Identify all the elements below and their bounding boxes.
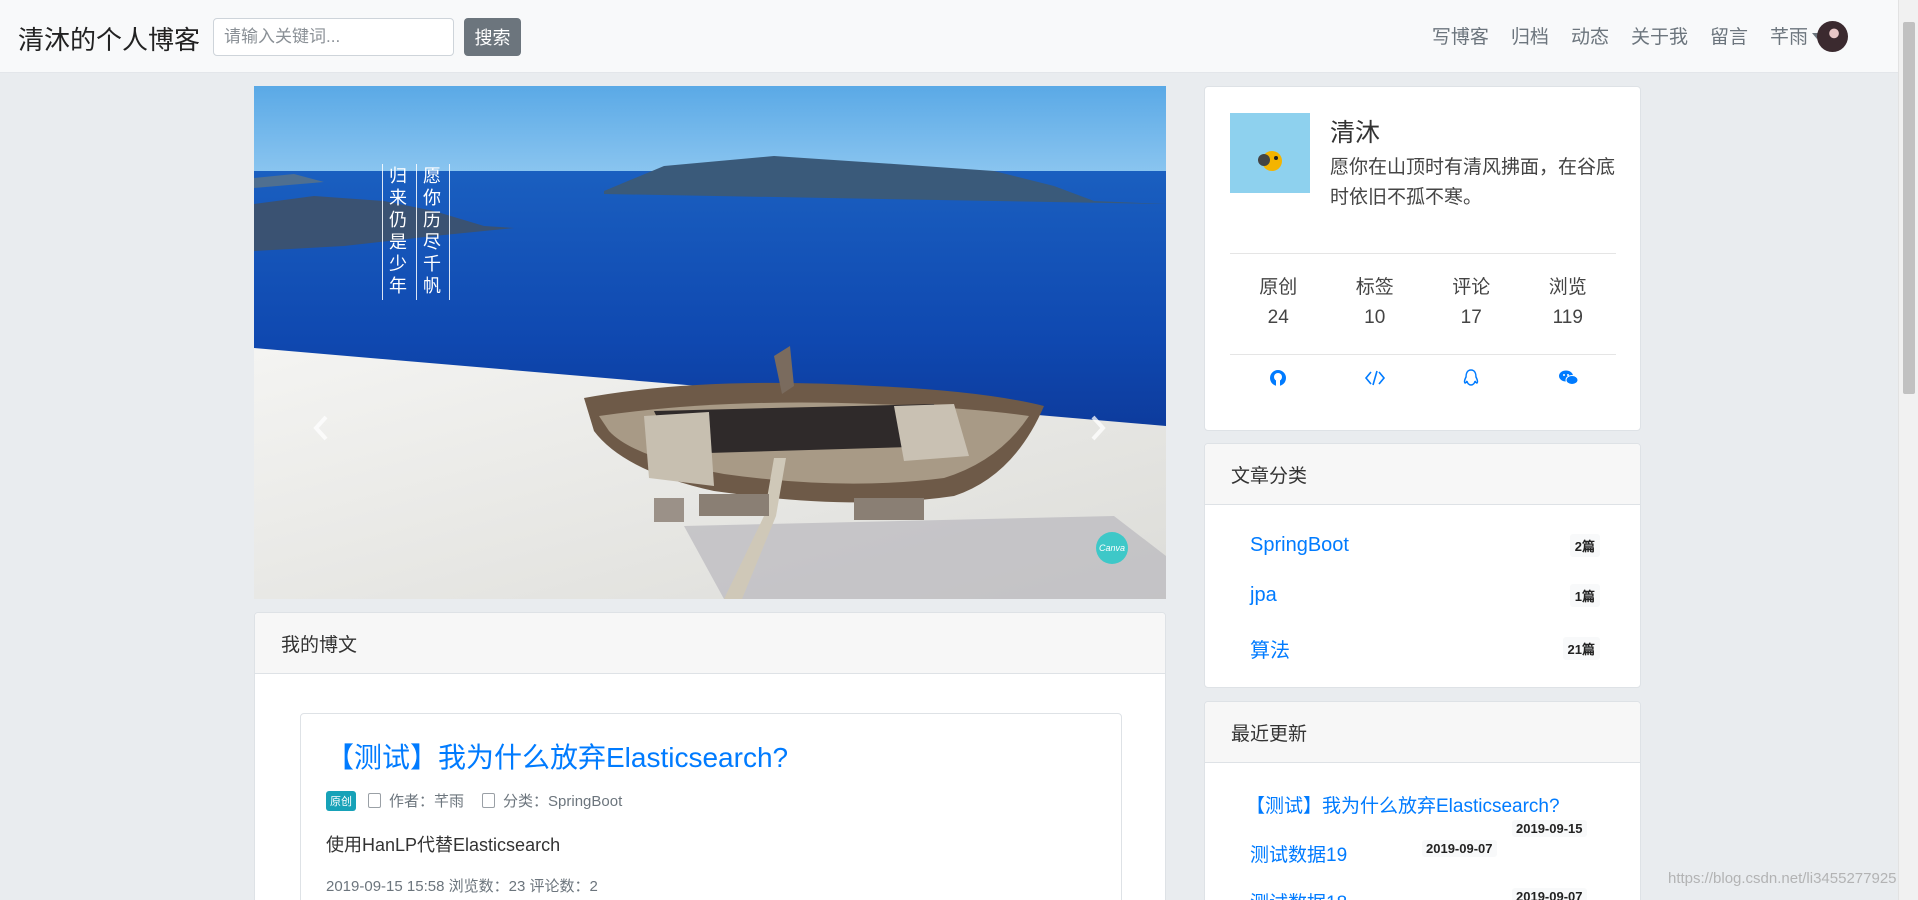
stat-views: 浏览 119: [1520, 273, 1617, 333]
post-card: 【测试】我为什么放弃Elasticsearch? 原创 作者：芊雨 分类：Spr…: [300, 713, 1122, 900]
stat-label: 评论: [1452, 277, 1491, 298]
code-icon[interactable]: [1327, 368, 1424, 393]
watermark: https://blog.csdn.net/li3455277925: [1668, 870, 1897, 887]
count-badge: 1篇: [1569, 584, 1600, 607]
stat-value: 119: [1552, 307, 1583, 328]
nav-link-messages[interactable]: 留言: [1710, 22, 1748, 49]
post-title[interactable]: 【测试】我为什么放弃Elasticsearch?: [326, 736, 1096, 776]
articles-header: 我的博文: [255, 613, 1165, 674]
poem-char: 愿: [423, 166, 441, 187]
recent-item-date: 2019-09-15: [1512, 820, 1587, 837]
recent-header: 最近更新: [1205, 702, 1640, 763]
chevron-left-icon[interactable]: [309, 413, 333, 443]
profile-avatar: [1230, 113, 1310, 193]
poem-line-right: 愿 你 历 尽 千 帆: [423, 166, 441, 298]
scrollbar-thumb[interactable]: [1903, 22, 1915, 394]
poem-char: 少: [389, 254, 407, 275]
avatar[interactable]: [1817, 21, 1848, 52]
stat-value: 17: [1460, 307, 1482, 328]
stat-label: 原创: [1259, 277, 1298, 298]
poem-char: 归: [389, 166, 407, 187]
poem-char: 年: [389, 276, 407, 297]
articles-card: 我的博文 【测试】我为什么放弃Elasticsearch? 原创 作者：芊雨 分…: [254, 612, 1166, 900]
stat-value: 10: [1364, 307, 1386, 328]
author-icon: [368, 793, 381, 808]
stat-comments: 评论 17: [1423, 273, 1520, 333]
recent-item-title[interactable]: 测试数据19: [1250, 840, 1347, 867]
poem-rule: [416, 164, 417, 300]
original-badge: 原创: [326, 790, 356, 811]
user-menu[interactable]: 芊雨: [1770, 22, 1822, 49]
user-menu-label: 芊雨: [1769, 27, 1808, 48]
poem-char: 千: [423, 254, 441, 275]
post-summary: 使用HanLP代替Elasticsearch: [326, 835, 561, 855]
stat-label: 标签: [1355, 277, 1394, 298]
list-icon: [482, 793, 496, 808]
divider: [1230, 354, 1616, 355]
category-name[interactable]: 算法: [1250, 634, 1290, 663]
profile-motto: 愿你在山顶时有清风拂面，在谷底时依旧不孤不寒。: [1330, 157, 1616, 208]
recent-item-title[interactable]: 【测试】我为什么放弃Elasticsearch?: [1246, 791, 1560, 818]
github-icon[interactable]: [1230, 368, 1327, 393]
search-input[interactable]: [213, 18, 454, 56]
stat-tags: 标签 10: [1327, 273, 1424, 333]
poem-char: 帆: [423, 276, 441, 297]
nav-link-activity[interactable]: 动态: [1571, 22, 1609, 49]
hero-carousel[interactable]: 归 来 仍 是 少 年 愿 你 历 尽 千 帆 Canva: [254, 86, 1166, 599]
post-footer: 2019-09-15 15:58 浏览数：23 评论数：2: [326, 878, 598, 895]
profile-stats: 原创 24 标签 10 评论 17 浏览 119: [1230, 273, 1616, 333]
profile-name: 清沐: [1330, 119, 1381, 147]
canva-badge: Canva: [1096, 532, 1128, 564]
nav-link-about[interactable]: 关于我: [1631, 22, 1688, 49]
recent-card: 最近更新 【测试】我为什么放弃Elasticsearch? 2019-09-15…: [1204, 701, 1641, 900]
poem-char: 仍: [389, 210, 407, 231]
navbar: 清沐的个人博客 搜索 写博客 归档 动态 关于我 留言 芊雨: [0, 0, 1898, 73]
category-name[interactable]: jpa: [1250, 584, 1277, 607]
count-badge: 2篇: [1569, 534, 1600, 557]
recent-item-date: 2019-09-07: [1512, 888, 1587, 900]
profile-card: 清沐 愿你在山顶时有清风拂面，在谷底时依旧不孤不寒。 原创 24 标签 10 评…: [1204, 86, 1641, 431]
poem-char: 尽: [423, 232, 441, 253]
social-links: [1230, 368, 1616, 393]
category-card: 文章分类 SpringBoot 2篇 jpa 1篇 算法 21篇: [1204, 443, 1641, 688]
recent-item-date: 2019-09-07: [1422, 840, 1497, 857]
category-item[interactable]: SpringBoot 2篇: [1250, 534, 1600, 557]
nav-link-write[interactable]: 写博客: [1432, 22, 1489, 49]
category-item[interactable]: jpa 1篇: [1250, 584, 1600, 607]
divider: [1230, 253, 1616, 254]
stat-value: 24: [1267, 307, 1289, 328]
wechat-icon[interactable]: [1520, 368, 1617, 393]
nav-link-archive[interactable]: 归档: [1511, 22, 1549, 49]
post-author: 作者：芊雨: [389, 793, 465, 810]
carousel-image: [254, 86, 1166, 599]
poem-char: 历: [423, 210, 441, 231]
poem-rule: [382, 164, 383, 300]
poem-char: 是: [389, 232, 407, 253]
category-name[interactable]: SpringBoot: [1250, 534, 1349, 557]
scrollbar[interactable]: [1898, 0, 1918, 900]
poem-char: 你: [423, 188, 441, 209]
poem-rule: [449, 164, 450, 300]
recent-item-title[interactable]: 测试数据18: [1250, 888, 1347, 900]
brand-title[interactable]: 清沐的个人博客: [18, 20, 200, 57]
stat-label: 浏览: [1548, 277, 1587, 298]
category-item[interactable]: 算法 21篇: [1250, 634, 1600, 663]
category-header: 文章分类: [1205, 444, 1640, 505]
count-badge: 21篇: [1562, 637, 1600, 660]
stat-original: 原创 24: [1230, 273, 1327, 333]
poem-char: 来: [389, 188, 407, 209]
post-meta: 原创 作者：芊雨 分类：SpringBoot: [326, 790, 1096, 811]
search-button[interactable]: 搜索: [464, 18, 521, 56]
poem-line-left: 归 来 仍 是 少 年: [389, 166, 407, 298]
qq-icon[interactable]: [1423, 368, 1520, 393]
nav-links: 写博客 归档 动态 关于我 留言 芊雨: [1410, 22, 1822, 49]
chevron-right-icon[interactable]: [1086, 413, 1110, 443]
post-category[interactable]: 分类：SpringBoot: [503, 790, 622, 811]
